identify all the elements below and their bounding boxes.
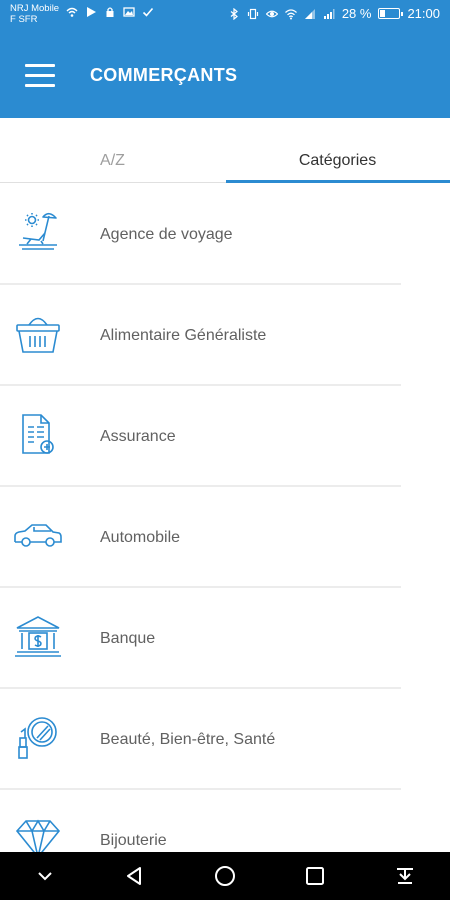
signal-2-icon bbox=[323, 8, 335, 19]
carrier-line-1: NRJ Mobile bbox=[10, 3, 60, 14]
category-label: Automobile bbox=[100, 529, 181, 546]
status-bar: NRJ Mobile F SFR 28 % 21:00 bbox=[0, 0, 450, 32]
active-tab-indicator bbox=[226, 180, 450, 183]
wifi-assist-icon bbox=[66, 7, 78, 17]
category-label: Assurance bbox=[100, 428, 176, 445]
category-item-assurance[interactable]: Assurance bbox=[0, 386, 401, 487]
category-label: Alimentaire Généraliste bbox=[100, 327, 267, 344]
wifi-icon bbox=[284, 8, 297, 19]
notification-icons bbox=[66, 6, 154, 18]
shopping-basket-icon bbox=[16, 317, 60, 353]
hamburger-menu-icon[interactable] bbox=[22, 61, 58, 89]
category-item-agence-de-voyage[interactable]: Agence de voyage bbox=[0, 184, 401, 285]
back-icon[interactable] bbox=[117, 858, 153, 894]
category-item-automobile[interactable]: Automobile bbox=[0, 487, 401, 588]
category-label: Beauté, Bien-être, Santé bbox=[100, 731, 276, 748]
category-item-alimentaire-generaliste[interactable]: Alimentaire Généraliste bbox=[0, 285, 401, 386]
system-icons: 28 % 21:00 bbox=[228, 6, 440, 21]
car-icon bbox=[14, 524, 62, 547]
document-plus-icon bbox=[22, 414, 54, 454]
collapse-icon[interactable] bbox=[27, 858, 63, 894]
carrier-line-2: F SFR bbox=[10, 14, 38, 25]
beauty-mirror-icon bbox=[18, 717, 57, 759]
recents-icon[interactable] bbox=[297, 858, 333, 894]
lock-icon bbox=[106, 7, 114, 17]
battery-percent: 28 % bbox=[341, 6, 372, 21]
eye-comfort-icon bbox=[265, 10, 278, 17]
bank-icon bbox=[15, 616, 61, 657]
app-bar: COMMERÇANTS bbox=[0, 32, 450, 118]
beach-lounger-icon bbox=[19, 212, 57, 250]
category-label: Agence de voyage bbox=[100, 226, 233, 243]
image-icon bbox=[123, 7, 135, 17]
category-label: Banque bbox=[100, 630, 156, 647]
battery-level-fill bbox=[380, 10, 386, 17]
tab-categories[interactable]: Catégories bbox=[225, 138, 450, 183]
check-icon bbox=[142, 7, 154, 17]
play-store-icon bbox=[87, 7, 96, 17]
navigation-bar bbox=[0, 852, 450, 900]
vibrate-icon bbox=[247, 8, 258, 19]
tab-az[interactable]: A/Z bbox=[0, 138, 225, 183]
notification-pull-icon[interactable] bbox=[387, 858, 423, 894]
bluetooth-icon bbox=[230, 7, 238, 20]
carrier-label: NRJ Mobile F SFR bbox=[10, 3, 59, 25]
signal-1-icon bbox=[304, 8, 315, 19]
home-icon[interactable] bbox=[207, 858, 243, 894]
category-item-beaute-bien-etre-sante[interactable]: Beauté, Bien-être, Santé bbox=[0, 689, 401, 790]
category-list: Agence de voyage Alimentaire Généraliste… bbox=[0, 184, 450, 891]
clock: 21:00 bbox=[407, 6, 440, 21]
battery-icon bbox=[378, 8, 404, 19]
page-title: COMMERÇANTS bbox=[90, 65, 238, 85]
category-item-banque[interactable]: Banque bbox=[0, 588, 401, 689]
tab-bar: A/Z Catégories bbox=[0, 138, 450, 183]
